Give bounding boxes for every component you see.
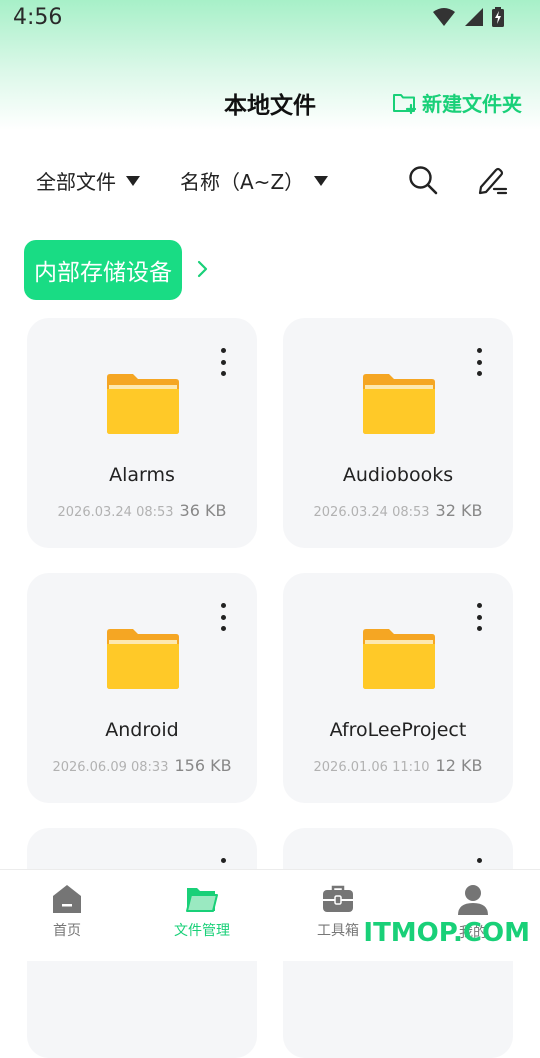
more-dot-icon xyxy=(220,603,226,608)
file-date: 2026.06.09 08:33 xyxy=(52,760,169,775)
nav-item-file-manager[interactable]: 文件管理 xyxy=(147,884,257,940)
storage-location-chip[interactable]: 内部存储设备 xyxy=(24,240,182,300)
file-size: 36 KB xyxy=(179,501,227,520)
toolbox-icon xyxy=(323,885,353,912)
edit-icon xyxy=(478,167,508,195)
file-size: 12 KB xyxy=(435,756,483,775)
signal-icon xyxy=(465,8,483,26)
file-meta: 2026.03.24 08:53 36 KB xyxy=(27,501,257,520)
more-dot-icon xyxy=(220,614,226,620)
file-meta: 2026.03.24 08:53 32 KB xyxy=(283,501,513,520)
dropdown-arrow-icon xyxy=(314,175,329,186)
more-options-button[interactable] xyxy=(467,344,491,380)
more-dot-icon xyxy=(476,371,482,376)
watermark: ITMOP.COM xyxy=(363,918,530,948)
more-options-button[interactable] xyxy=(467,599,491,635)
search-icon xyxy=(409,166,438,195)
file-name: AfroLeeProject xyxy=(329,719,467,741)
file-name: Android xyxy=(105,719,179,741)
more-dot-icon xyxy=(476,614,482,620)
user-icon xyxy=(458,885,488,915)
file-date: 2026.03.24 08:53 xyxy=(57,505,174,520)
folder-open-icon xyxy=(186,888,218,912)
status-time: 4:56 xyxy=(13,5,63,30)
search-button[interactable] xyxy=(403,160,443,200)
status-icons xyxy=(432,7,504,27)
more-dot-icon xyxy=(476,603,482,608)
file-card[interactable]: Audiobooks 2026.03.24 08:53 32 KB xyxy=(283,318,513,548)
type-filter-dropdown[interactable]: 全部文件 xyxy=(36,166,140,195)
folder-icon xyxy=(363,374,435,434)
file-date: 2026.01.06 11:10 xyxy=(313,760,430,775)
file-name: Alarms xyxy=(109,464,175,486)
new-folder-button[interactable]: 新建文件夹 xyxy=(392,88,522,117)
storage-location-label: 内部存储设备 xyxy=(34,260,172,286)
file-size: 156 KB xyxy=(174,756,232,775)
wifi-icon xyxy=(433,8,455,26)
new-folder-label: 新建文件夹 xyxy=(422,92,522,116)
folder-icon xyxy=(107,374,179,434)
folder-icon xyxy=(107,629,179,689)
file-name: Audiobooks xyxy=(342,464,454,486)
nav-item-home[interactable]: 首页 xyxy=(12,884,122,940)
file-size: 32 KB xyxy=(435,501,483,520)
type-filter-label: 全部文件 xyxy=(36,170,116,194)
more-dot-icon xyxy=(476,858,482,863)
nav-label: 首页 xyxy=(53,923,81,939)
file-meta: 2026.06.09 08:33 156 KB xyxy=(27,756,257,775)
file-meta: 2026.01.06 11:10 12 KB xyxy=(283,756,513,775)
more-dot-icon xyxy=(220,371,226,376)
more-dot-icon xyxy=(220,348,226,353)
edit-button[interactable] xyxy=(472,160,512,200)
more-dot-icon xyxy=(476,359,482,365)
battery-icon xyxy=(492,7,504,27)
sort-filter-dropdown[interactable]: 名称（A~Z） xyxy=(180,166,329,195)
file-card[interactable]: AfroLeeProject 2026.01.06 11:10 12 KB xyxy=(283,573,513,803)
nav-label: 工具箱 xyxy=(317,923,359,939)
more-options-button[interactable] xyxy=(211,344,235,380)
nav-label: 文件管理 xyxy=(174,923,230,939)
more-dot-icon xyxy=(220,359,226,365)
file-card[interactable]: Alarms 2026.03.24 08:53 36 KB xyxy=(27,318,257,548)
more-dot-icon xyxy=(220,858,226,863)
dropdown-arrow-icon xyxy=(126,175,140,186)
folder-add-icon xyxy=(393,93,417,114)
more-dot-icon xyxy=(220,626,226,631)
more-options-button[interactable] xyxy=(211,599,235,635)
status-bar: 4:56 xyxy=(0,0,540,40)
folder-icon xyxy=(363,629,435,689)
sort-filter-label: 名称（A~Z） xyxy=(180,170,305,194)
chevron-right-icon xyxy=(197,260,208,278)
filter-bar: 全部文件 名称（A~Z） xyxy=(0,160,540,200)
more-dot-icon xyxy=(476,626,482,631)
file-card[interactable]: Android 2026.06.09 08:33 156 KB xyxy=(27,573,257,803)
home-icon xyxy=(53,885,81,913)
file-date: 2026.03.24 08:53 xyxy=(313,505,430,520)
more-dot-icon xyxy=(476,348,482,353)
